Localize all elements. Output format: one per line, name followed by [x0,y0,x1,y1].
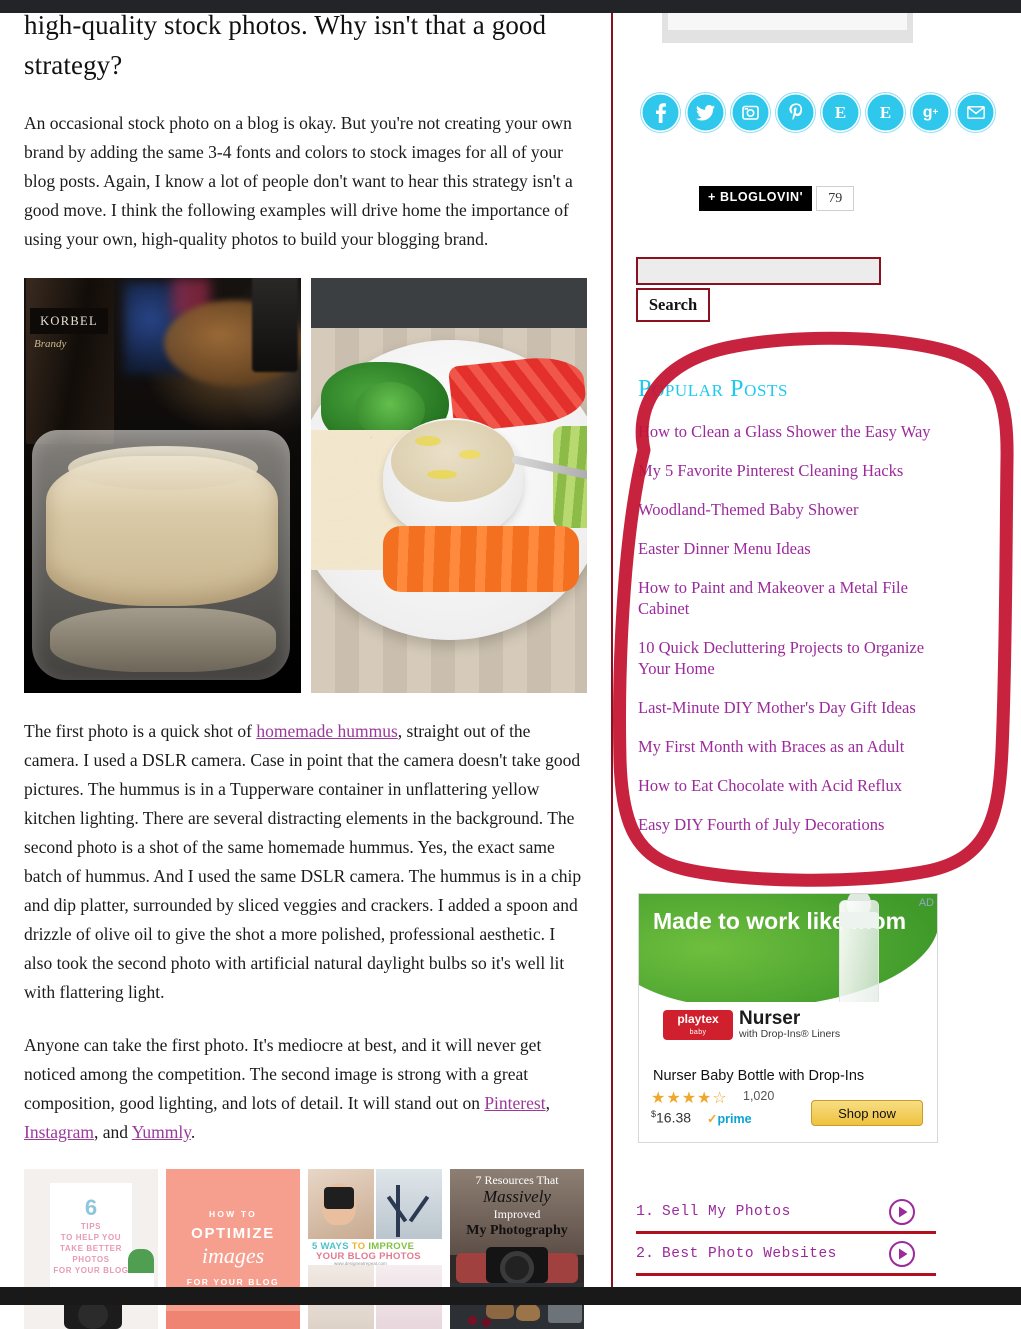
list-item[interactable]: 10 Quick Decluttering Projects to Organi… [638,637,948,679]
popular-posts-list: How to Clean a Glass Shower the Easy Way… [638,421,948,853]
nav-item-label: Best Photo Websites [662,1245,837,1262]
graphic-card-2-kicker: HOW TO [209,1209,257,1219]
pinterest-icon[interactable] [779,96,812,129]
etsy-icon[interactable]: E [869,96,902,129]
graphic-card-2-line2: images [201,1243,265,1268]
link-instagram[interactable]: Instagram [24,1122,94,1142]
paragraph-3-text-a: Anyone can take the first photo. It's me… [24,1035,542,1113]
browser-bottom-bar [0,1287,1021,1305]
article-paragraph-1: An occasional stock photo on a blog is o… [24,113,573,249]
sidebar-nav-list: 1. Sell My Photos 2. Best Photo Websites [636,1192,936,1276]
paragraph-3-sep-2: , and [93,1122,132,1142]
list-item[interactable]: How to Clean a Glass Shower the Easy Way [638,421,948,442]
graphic-card-1-text: TIPS TO HELP YOU TAKE BETTER PHOTOS FOR … [53,1222,129,1275]
bloglovin-follow-widget: + BLOGLOVIN' 79 [699,186,855,211]
browser-top-bar [0,0,1021,13]
ad-product-subline: with Drop-Ins® Liners [739,1028,841,1040]
instagram-icon[interactable] [734,96,767,129]
graphic-card-2-line1: OPTIMIZE [191,1225,275,1242]
star-rating-icon: ★★★★☆ [651,1088,728,1107]
graphic-card-4-line2: Massively [483,1187,551,1206]
graphic-card-1-number: 6 [84,1195,98,1220]
link-homemade-hummus[interactable]: homemade hummus [256,721,397,741]
ad-brand-logo: playtex baby [663,1010,733,1040]
related-graphics-row: 6 TIPS TO HELP YOU TAKE BETTER PHOTOS FO… [24,1169,587,1329]
brandy-bottle-sublabel: Brandy [34,338,67,350]
paragraph-3-end: . [190,1122,196,1142]
advertisement-block[interactable]: Made to work like mom AD playtex baby Nur… [638,893,938,1143]
graphic-card-2-line3: FOR YOUR BLOG [186,1277,280,1287]
list-item[interactable]: Last-Minute DIY Mother's Day Gift Ideas [638,697,948,718]
list-item[interactable]: My First Month with Braces as an Adult [638,736,948,757]
list-item[interactable]: Easter Dinner Menu Ideas [638,538,948,559]
shop-now-button[interactable]: Shop now [811,1100,923,1126]
graphic-card-3-url: www.designeatrepeat.com [334,1261,387,1266]
graphic-card-4-line4: My Photography [466,1223,568,1238]
ad-rating-count: 1,020 [743,1089,775,1103]
sidebar-item-best-photo-websites[interactable]: 2. Best Photo Websites [636,1234,936,1276]
column-divider [611,0,613,1287]
article-main-column: high-quality stock photos. Why isn't tha… [0,0,611,1329]
bloglovin-icon[interactable]: E [824,96,857,129]
nav-item-number: 2. [636,1245,655,1262]
sidebar: ♥↑↗ E E g+ + BLOGLOVIN' 79 [614,0,1021,1287]
photo-comparison-row: KORBEL Brandy [24,278,587,693]
ad-product-title[interactable]: Nurser Baby Bottle with Drop-Ins [653,1068,864,1084]
list-item[interactable]: How to Paint and Makeover a Metal File C… [638,577,948,619]
paragraph-3-sep-1: , [545,1093,550,1113]
link-pinterest[interactable]: Pinterest [484,1093,545,1113]
search-input[interactable] [636,257,881,285]
graphic-card-5-ways[interactable]: 5 WAYS TO IMPROVE YOUR BLOG PHOTOS www.d… [308,1169,442,1329]
list-item[interactable]: Woodland-Themed Baby Shower [638,499,948,520]
list-item[interactable]: My 5 Favorite Pinterest Cleaning Hacks [638,460,948,481]
list-item[interactable]: Easy DIY Fourth of July Decorations [638,814,948,835]
graphic-card-7-resources[interactable]: 7 Resources That Massively Improved My P… [450,1169,584,1329]
popular-posts-heading: Popular Posts [638,376,789,402]
ad-hero-image: Made to work like mom [639,894,937,1002]
play-circle-icon[interactable] [888,1198,916,1226]
nav-item-label: Sell My Photos [662,1203,791,1220]
article-paragraph-2: The first photo is a quick shot of homem… [24,717,587,1007]
article-paragraph-3: Anyone can take the first photo. It's me… [24,1031,587,1147]
page-title: high-quality stock photos. Why isn't tha… [24,10,547,80]
graphic-card-4-line3: Improved [493,1207,541,1221]
email-icon[interactable] [959,96,992,129]
photo-before-hummus-tupperware: KORBEL Brandy [24,278,301,693]
facebook-icon[interactable] [644,96,677,129]
social-icons-row: E E g + [644,96,994,129]
search-button[interactable]: Search [636,288,710,322]
ad-product-line: Nurser [739,1008,801,1029]
bloglovin-follower-count: 79 [816,186,855,211]
ad-price: $16.38 [651,1109,692,1126]
paragraph-2-text-a: The first photo is a quick shot of [24,721,257,741]
google-plus-icon[interactable]: g + [914,96,947,129]
sidebar-item-sell-my-photos[interactable]: 1. Sell My Photos [636,1192,936,1234]
graphic-card-4-line1: 7 Resources That [475,1173,559,1187]
twitter-icon[interactable] [689,96,722,129]
ad-choices-icon[interactable]: AD [919,897,934,909]
play-circle-icon[interactable] [888,1240,916,1268]
photo-after-hummus-platter [310,278,587,693]
brandy-bottle-label: KORBEL [30,308,108,334]
graphic-card-optimize-images[interactable]: HOW TO OPTIMIZE images FOR YOUR BLOG [166,1169,300,1329]
paragraph-2-text-b: , straight out of the camera. I used a D… [24,721,582,1002]
bloglovin-follow-button[interactable]: + BLOGLOVIN' [699,186,813,211]
graphic-card-6-tips[interactable]: 6 TIPS TO HELP YOU TAKE BETTER PHOTOS FO… [24,1169,158,1329]
link-yummly[interactable]: Yummly [132,1122,191,1142]
page-content: high-quality stock photos. Why isn't tha… [0,0,1021,1329]
list-item[interactable]: How to Eat Chocolate with Acid Reflux [638,775,948,796]
nav-item-number: 1. [636,1203,655,1220]
prime-badge-icon: ✓prime [707,1112,752,1126]
